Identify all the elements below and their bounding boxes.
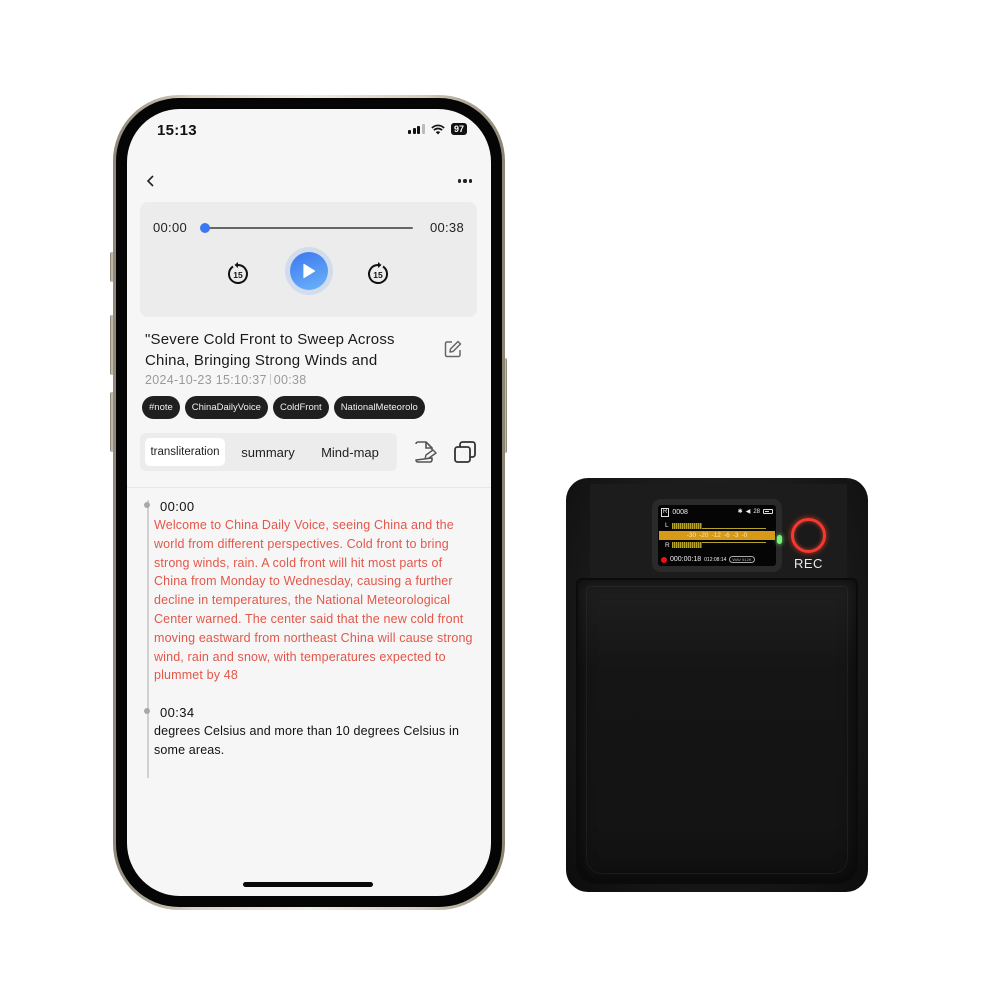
rec-label: REC — [794, 556, 823, 571]
display-status: ✱ ◀ 28 — [738, 508, 773, 515]
progress-slider[interactable] — [200, 223, 413, 233]
display-bottom-row: 000:00:18 012:08:14 WAV 512K — [661, 556, 773, 563]
transcript-segment[interactable]: 00:00 Welcome to China Daily Voice, seei… — [144, 498, 474, 685]
status-time: 15:13 — [157, 122, 197, 139]
timeline-dot — [144, 708, 150, 714]
meta-separator — [269, 374, 271, 385]
status-led — [777, 535, 782, 544]
recorder-display: R 0008 ✱ ◀ 28 L R -30 -20 -12 -6 -3 -0 0… — [658, 505, 776, 566]
total-time: 00:38 — [429, 220, 464, 235]
more-horizontal-icon[interactable] — [453, 169, 477, 193]
channel-left-label: L — [665, 522, 669, 529]
level-meter-right — [672, 542, 702, 548]
segment-time: 00:00 — [160, 499, 195, 514]
timeline-dot — [144, 502, 150, 508]
voice-recorder-device: R 0008 ✱ ◀ 28 L R -30 -20 -12 -6 -3 -0 0… — [566, 478, 868, 892]
segment-time: 00:34 — [160, 705, 195, 720]
recording-meta: 2024-10-23 15:10:37 00:38 — [145, 373, 307, 387]
level-scale: -30 -20 -12 -6 -3 -0 — [659, 531, 775, 540]
tag-chip[interactable]: ChinaDailyVoice — [184, 396, 268, 419]
audio-player: 00:00 00:38 15 15 — [140, 202, 477, 317]
recording-date: 2024-10-23 15:10:37 — [145, 373, 267, 387]
transcript-segment[interactable]: 00:34 degrees Celsius and more than 10 d… — [144, 704, 474, 760]
scale-tick: -6 — [723, 532, 730, 539]
phone-frame: 15:13 97 00:00 00:38 15 15 "Severe Cold … — [113, 95, 505, 910]
phone-bezel: 15:13 97 00:00 00:38 15 15 "Severe Cold … — [116, 98, 502, 907]
phone-screen: 15:13 97 00:00 00:38 15 15 "Severe Cold … — [127, 109, 491, 896]
battery-icon: 97 — [450, 123, 467, 135]
volume-level: 28 — [753, 508, 760, 515]
speaker-icon: ◀ — [745, 509, 751, 515]
view-tabs: transliteration summary Mind-map — [140, 433, 397, 471]
skip-back-15-icon[interactable]: 15 — [225, 261, 251, 287]
bluetooth-icon: ✱ — [737, 509, 743, 515]
segment-text: degrees Celsius and more than 10 degrees… — [154, 724, 460, 757]
skip-back-label: 15 — [233, 270, 243, 280]
edit-icon[interactable] — [443, 339, 463, 359]
format-badge: WAV 512K — [729, 556, 755, 563]
chevron-left-icon[interactable] — [139, 169, 163, 193]
level-meter-left-scale — [702, 528, 766, 529]
tab-mind-map[interactable]: Mind-map — [312, 438, 388, 466]
tag-chip[interactable]: NationalMeteorolo — [333, 396, 425, 419]
scale-tick: -3 — [732, 532, 739, 539]
skip-forward-label: 15 — [373, 270, 383, 280]
level-meter-right-scale — [702, 542, 766, 543]
file-number: 0008 — [672, 509, 688, 516]
scale-tick: -30 — [686, 532, 697, 539]
elapsed-time: 000:00:18 — [670, 556, 702, 563]
note-edit-icon[interactable] — [412, 439, 438, 465]
status-bar: 15:13 97 — [127, 109, 491, 149]
scale-tick: -20 — [699, 532, 709, 539]
record-button[interactable] — [791, 518, 826, 553]
home-indicator[interactable] — [243, 882, 373, 887]
transcript-timeline — [147, 500, 149, 778]
scale-tick: -0 — [741, 532, 748, 539]
progress-knob[interactable] — [200, 223, 210, 233]
nav-bar — [127, 169, 491, 193]
display-file: R 0008 — [661, 508, 688, 517]
scale-tick: -12 — [711, 532, 721, 539]
leather-pocket — [576, 578, 858, 884]
tag-chip[interactable]: #note — [142, 396, 180, 419]
wifi-icon — [431, 124, 445, 134]
level-meter-left — [672, 523, 702, 529]
section-divider — [127, 487, 491, 488]
copy-icon[interactable] — [452, 439, 478, 465]
current-time: 00:00 — [153, 220, 188, 235]
channel-right-label: R — [665, 542, 670, 549]
recording-title: "Severe Cold Front to Sweep Across China… — [145, 331, 395, 369]
battery-icon — [763, 509, 773, 514]
signal-icon — [408, 124, 425, 134]
remaining-time: 012:08:14 — [704, 556, 727, 563]
skip-forward-15-icon[interactable]: 15 — [365, 261, 391, 287]
segment-text: Welcome to China Daily Voice, seeing Chi… — [154, 518, 473, 683]
recorder-display-frame: R 0008 ✱ ◀ 28 L R -30 -20 -12 -6 -3 -0 0… — [652, 499, 782, 572]
tab-transliteration[interactable]: transliteration — [145, 438, 225, 466]
status-icons: 97 — [408, 123, 467, 135]
tab-summary[interactable]: summary — [232, 438, 304, 466]
recording-duration: 00:38 — [273, 373, 307, 387]
file-badge: R — [661, 508, 670, 517]
tag-list: #note ChinaDailyVoice ColdFront National… — [142, 396, 425, 419]
play-icon — [303, 263, 316, 279]
tag-chip[interactable]: ColdFront — [272, 396, 329, 419]
play-button[interactable] — [290, 252, 328, 290]
recording-dot-icon — [661, 556, 667, 563]
